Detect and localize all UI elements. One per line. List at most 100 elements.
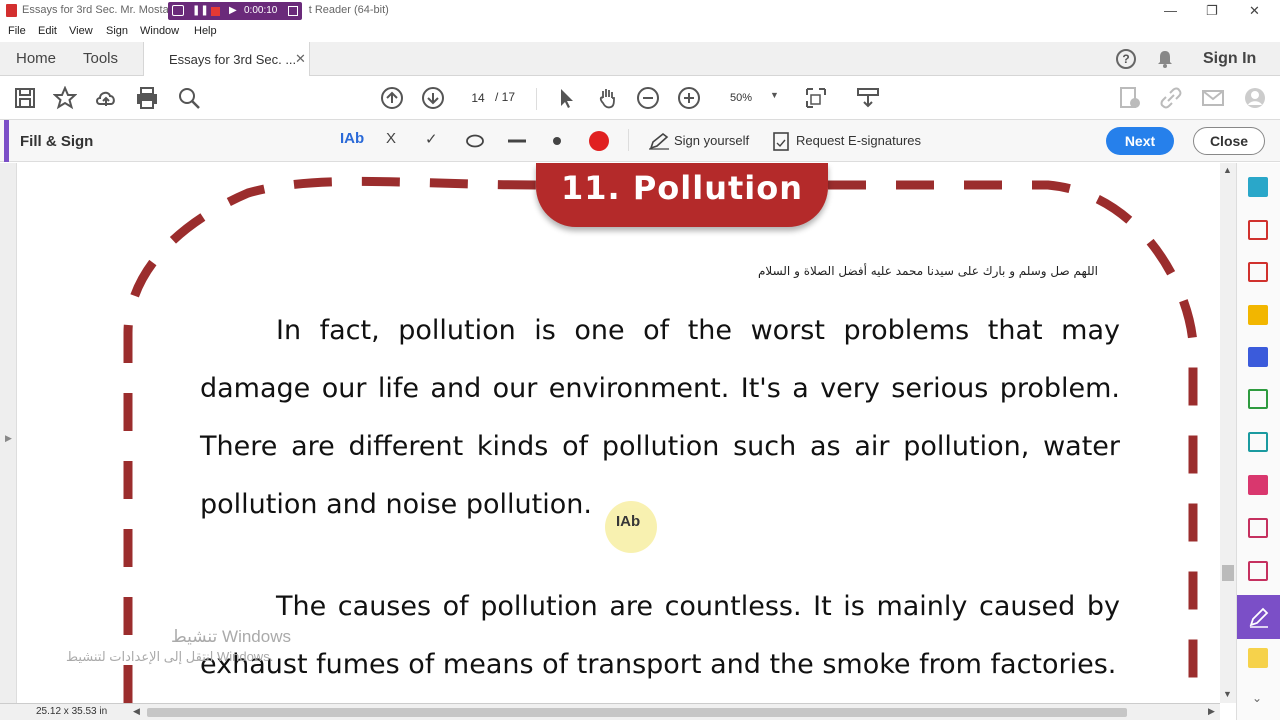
watermark-line-1: تنشيط Windows [171,627,291,646]
bookmark-star-icon[interactable] [53,86,77,110]
text-cursor-highlight: IAb [605,501,657,553]
protect-pdf-icon[interactable] [1248,518,1268,538]
scroll-up-icon[interactable]: ▲ [1223,165,1232,175]
paragraph-1: In fact, pollution is one of the worst p… [200,315,1120,520]
recorder-menu-icon[interactable] [288,6,298,16]
sign-in-button[interactable]: Sign In [1203,50,1256,68]
toolbar-divider [536,88,537,110]
tab-home[interactable]: Home [16,50,56,67]
next-page-icon[interactable] [421,86,445,110]
sign-pen-icon[interactable] [648,132,670,150]
menu-help[interactable]: Help [194,25,217,37]
check-mark-tool[interactable]: ✓ [425,130,438,148]
fs-divider [628,129,629,151]
combine-files-icon[interactable] [1248,347,1268,367]
menu-file[interactable]: File [8,25,26,37]
page-fit-icon[interactable] [804,86,828,110]
search-icon[interactable] [177,86,201,110]
essay-title: 11. Pollution [560,169,803,207]
color-picker-icon[interactable] [589,131,609,151]
edit-pdf-icon[interactable] [1248,475,1268,495]
page-number-input[interactable]: 14 [460,86,496,110]
read-mode-icon[interactable] [856,86,880,110]
menu-view[interactable]: View [69,25,93,37]
request-signature-icon[interactable] [773,132,789,151]
save-icon[interactable] [13,86,37,110]
pause-icon[interactable]: ❚❚ [192,5,209,16]
link-icon[interactable] [1159,86,1183,110]
cross-mark-tool[interactable]: X [386,130,396,147]
hand-tool-icon[interactable] [596,86,620,110]
select-cursor-icon[interactable] [555,86,579,110]
scroll-right-icon[interactable]: ▶ [1208,706,1215,717]
collapse-rail-icon[interactable]: ⌄ [1252,691,1262,705]
scan-ocr-icon[interactable] [1248,432,1268,452]
page-size-readout: 25.12 x 35.53 in [36,706,108,717]
chevron-right-icon[interactable]: ▶ [5,433,12,444]
stop-icon[interactable] [211,7,220,16]
pdf-page[interactable]: 11. Pollution اللهم صل وسلم و بارك على س… [18,163,1218,703]
compress-pdf-icon[interactable] [1248,389,1268,409]
fill-sign-rail-button[interactable] [1237,595,1280,639]
total-pages: / 17 [495,90,516,104]
acrobat-icon [6,4,17,17]
create-pdf-icon[interactable] [1248,262,1268,282]
previous-page-icon[interactable] [380,86,404,110]
screen-recorder-bar[interactable]: ❚❚ ▶ 0:00:10 [168,2,302,20]
more-tools-icon[interactable] [1248,648,1268,668]
email-icon[interactable] [1201,86,1225,110]
next-button[interactable]: Next [1106,127,1174,155]
scroll-left-icon[interactable]: ◀ [133,706,140,717]
add-text-tool[interactable]: IAb [340,130,364,147]
menu-bar: File Edit View Sign Window Help [0,22,1280,42]
export-pdf-icon[interactable] [1118,86,1142,110]
upload-cloud-icon[interactable] [94,86,118,110]
sign-yourself-button[interactable]: Sign yourself [674,133,749,148]
webcam-icon[interactable] [172,5,184,16]
watermark-line-2: انتقل إلى الإعدادات لتنشيط Windows. [66,649,274,664]
share-user-icon[interactable] [1243,86,1267,110]
recorder-time: 0:00:10 [244,5,278,16]
vertical-scrollbar[interactable]: ▲ ▼ [1220,163,1236,703]
play-icon[interactable]: ▶ [229,5,237,16]
help-icon[interactable]: ? [1116,49,1136,69]
menu-edit[interactable]: Edit [38,25,57,37]
arabic-prayer-line: اللهم صل وسلم و بارك على سيدنا محمد عليه… [757,264,1098,278]
right-tools-rail: ⌄ [1236,163,1280,720]
tab-document[interactable]: Essays for 3rd Sec. ... ✕ [143,42,310,77]
document-tab-label: Essays for 3rd Sec. ... [169,52,297,67]
line-tool-icon[interactable] [507,139,527,143]
ellipse-tool-icon[interactable] [465,134,485,148]
export-pdf-tool-icon[interactable] [1248,177,1268,197]
scroll-thumb[interactable] [1222,565,1234,581]
close-window-icon[interactable]: ✕ [1249,3,1260,19]
prepare-form-icon[interactable] [1248,561,1268,581]
fill-sign-toolbar: Fill & Sign IAb X ✓ Sign yourself Reques… [0,120,1280,162]
close-tab-icon[interactable]: ✕ [295,51,306,67]
comment-icon[interactable] [1248,305,1268,325]
fill-sign-title: Fill & Sign [20,133,94,150]
horizontal-scroll-thumb[interactable] [147,708,1127,717]
main-toolbar: 14 / 17 50% ▼ [0,76,1280,120]
status-bar: 25.12 x 35.53 in ◀ ▶ [0,703,1220,720]
organize-pages-icon[interactable] [1248,220,1268,240]
request-esignatures-button[interactable]: Request E-signatures [796,133,921,148]
dot-tool-icon[interactable] [552,136,562,146]
print-icon[interactable] [135,86,159,110]
scroll-down-icon[interactable]: ▼ [1223,689,1232,699]
menu-sign[interactable]: Sign [106,25,128,37]
close-button[interactable]: Close [1193,127,1265,155]
tab-tools[interactable]: Tools [83,50,118,67]
menu-window[interactable]: Window [140,25,179,37]
chevron-down-icon[interactable]: ▼ [770,90,779,100]
zoom-level-select[interactable]: 50% [718,86,764,110]
zoom-out-icon[interactable] [636,86,660,110]
essay-title-banner: 11. Pollution [536,163,828,227]
bell-icon[interactable] [1157,50,1173,68]
zoom-in-icon[interactable] [677,86,701,110]
paragraph-2: The causes of pollution are countless. I… [200,591,1120,680]
document-viewport[interactable]: ▶ 11. Pollution اللهم صل وسلم و بارك على… [0,163,1220,703]
minimize-icon[interactable]: — [1164,3,1177,18]
left-panel-toggle[interactable]: ▶ [0,163,17,703]
restore-icon[interactable]: ❐ [1206,3,1218,19]
